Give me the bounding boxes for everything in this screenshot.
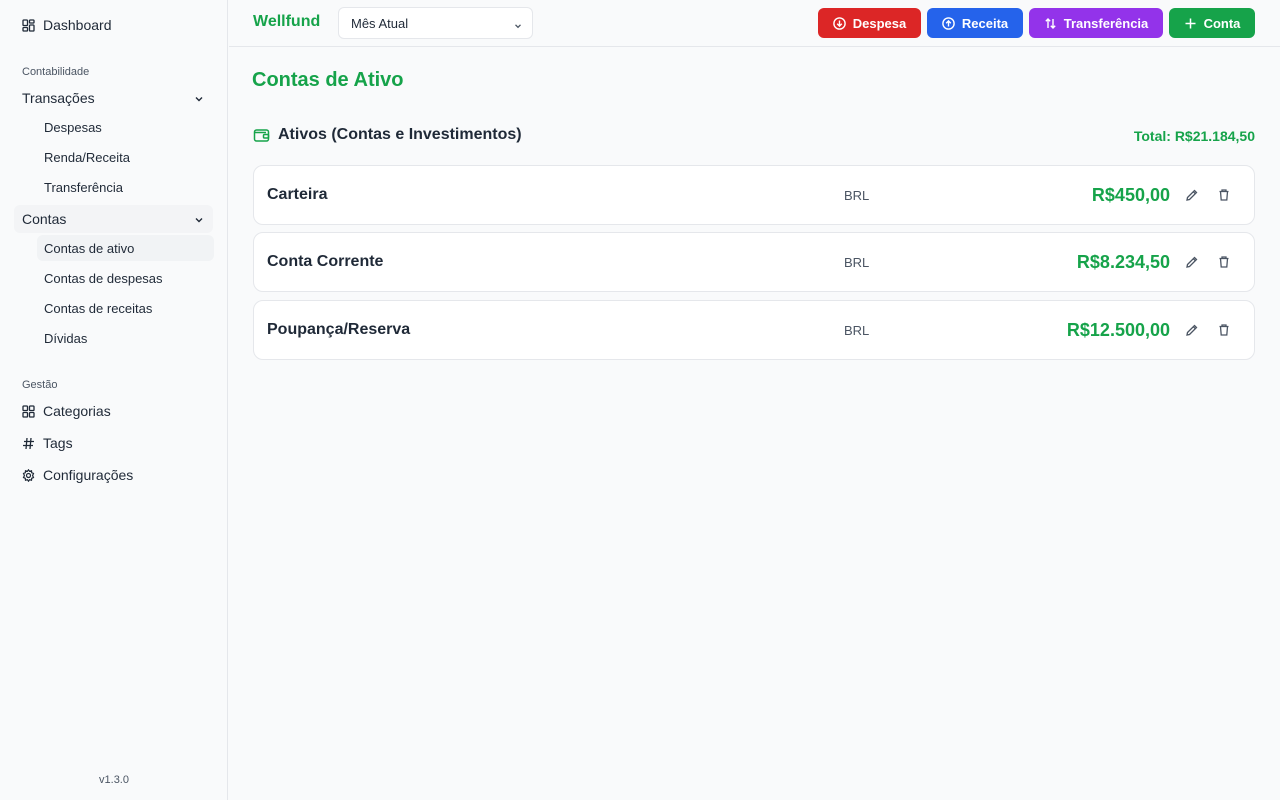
sidebar: Dashboard Contabilidade Transações Despe… [0,0,228,800]
add-income-label: Receita [961,15,1009,31]
sidebar-item-transactions[interactable]: Transações [14,84,213,112]
sidebar-item-label: Configurações [43,467,134,483]
sidebar-subitem-contas-de-ativo[interactable]: Contas de ativo [37,235,214,261]
wallet-icon [253,127,270,144]
chevron-down-icon [513,19,523,29]
section-label-accounting: Contabilidade [22,66,90,78]
account-row[interactable]: Conta Corrente BRL R$8.234,50 [253,232,1255,292]
add-transfer-label: Transferência [1063,15,1149,31]
brand-logo[interactable]: Wellfund [253,13,320,31]
section-title-text: Ativos (Contas e Investimentos) [278,126,522,143]
page-title: Contas de Ativo [252,69,404,91]
gear-icon [22,468,35,482]
chevron-down-icon [193,92,205,104]
sidebar-item-categorias[interactable]: Categorias [14,397,213,425]
arrow-up-circle-icon [942,16,955,30]
period-select[interactable]: Mês Atual [338,7,533,39]
sidebar-item-configuracoes[interactable]: Configurações [14,461,213,489]
add-income-button[interactable]: Receita [927,8,1023,38]
trash-icon[interactable] [1215,253,1233,271]
account-balance: R$8.234,50 [1076,252,1170,272]
arrow-down-circle-icon [832,16,846,30]
sidebar-item-label: Transações [22,90,95,106]
sidebar-item-label: Dashboard [43,17,112,33]
sidebar-subitem-renda-receita[interactable]: Renda/Receita [37,144,214,170]
app-version: v1.3.0 [99,774,129,786]
pencil-icon[interactable] [1183,253,1201,271]
sidebar-subitem-contas-de-despesas[interactable]: Contas de despesas [37,265,214,291]
add-expense-button[interactable]: Despesa [818,8,921,38]
sidebar-subitem-dividas[interactable]: Dívidas [37,325,214,351]
grid-icon [22,404,35,418]
account-name: Carteira [267,186,328,203]
sidebar-subitem-transferencia[interactable]: Transferência [37,174,214,200]
account-currency: BRL [844,323,870,338]
total-amount: Total: R$21.184,50 [1133,128,1255,144]
sidebar-item-label: Categorias [43,403,111,419]
account-name: Conta Corrente [267,253,384,270]
sidebar-item-label: Contas [22,211,67,227]
trash-icon[interactable] [1215,186,1233,204]
sidebar-item-tags[interactable]: Tags [14,429,213,457]
sidebar-item-label: Tags [43,435,73,451]
chevron-down-icon [193,213,205,225]
sidebar-item-contas[interactable]: Contas [14,205,213,233]
dashboard-icon [22,18,35,32]
add-account-button[interactable]: Conta [1169,8,1255,38]
pencil-icon[interactable] [1183,186,1201,204]
period-select-value: Mês Atual [351,15,409,31]
swap-icon [1044,17,1057,30]
account-balance: R$12.500,00 [1066,320,1170,340]
account-row[interactable]: Poupança/Reserva BRL R$12.500,00 [253,300,1255,360]
account-balance: R$450,00 [1091,185,1170,205]
account-currency: BRL [844,188,870,203]
pencil-icon[interactable] [1183,321,1201,339]
hash-icon [22,437,35,450]
sidebar-item-dashboard[interactable]: Dashboard [14,11,213,39]
sidebar-subitem-contas-de-receitas[interactable]: Contas de receitas [37,295,214,321]
add-expense-label: Despesa [852,15,907,31]
section-label-management: Gestão [22,379,58,391]
add-account-label: Conta [1203,15,1241,31]
add-transfer-button[interactable]: Transferência [1029,8,1163,38]
sidebar-subitem-despesas[interactable]: Despesas [37,114,214,140]
account-currency: BRL [844,255,870,270]
section-title: Ativos (Contas e Investimentos) [253,126,522,144]
trash-icon[interactable] [1215,321,1233,339]
plus-icon [1184,17,1197,30]
account-row[interactable]: Carteira BRL R$450,00 [253,165,1255,225]
account-name: Poupança/Reserva [267,321,411,338]
